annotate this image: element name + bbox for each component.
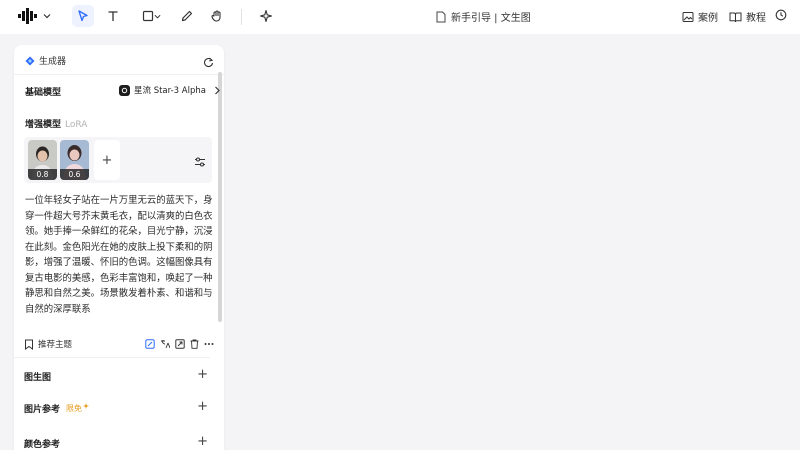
generator-diamond-icon [25, 56, 35, 65]
add-lora-button[interactable]: + [94, 140, 120, 180]
pen-icon [181, 10, 193, 22]
panel-title-text: 生成器 [39, 57, 67, 67]
book-icon [729, 12, 742, 22]
panel-scrollbar[interactable] [218, 72, 222, 322]
lora-sub-label: LoRA [65, 120, 88, 130]
lora-label-text: 增强模型 [25, 120, 62, 130]
chevron-right-icon [215, 86, 220, 94]
document-icon [436, 11, 446, 22]
base-model-value: 星流 Star-3 Alpha [134, 86, 206, 96]
chevron-down-icon [43, 14, 51, 19]
lora-list: 0.8 0.6 + [24, 137, 212, 183]
sparkle-icon [259, 9, 273, 23]
top-toolbar: 新手引导 | 文生图 案例 教程 [0, 0, 800, 34]
panel-title: 生成器 [25, 54, 66, 67]
ai-magic-button[interactable] [255, 5, 277, 27]
sparkle-small-icon [83, 403, 90, 409]
select-tool-button[interactable] [72, 5, 94, 27]
model-logo-icon [119, 84, 130, 96]
lora-weight-2: 0.6 [60, 169, 89, 180]
panel-header: 生成器 [14, 45, 224, 75]
base-model-selector[interactable]: 星流 Star-3 Alpha [119, 84, 221, 96]
section-title-img2img: 图生图 [24, 373, 52, 383]
recommend-theme-label: 推荐主题 [38, 340, 73, 350]
text-tool-button[interactable] [102, 5, 124, 27]
section-title-image-reference: 图片参考 限免 [24, 402, 90, 415]
app-logo-menu[interactable] [18, 8, 51, 24]
history-button[interactable] [775, 9, 787, 21]
add-img2img-button[interactable]: + [197, 367, 208, 382]
section-img2img[interactable]: 图生图 + [24, 367, 208, 384]
base-model-label: 基础模型 [25, 88, 62, 98]
square-shape-icon [142, 10, 153, 22]
cursor-arrow-icon [78, 10, 88, 22]
shape-tool-button[interactable] [139, 5, 163, 27]
lora-label: 增强模型 LoRA [25, 117, 87, 130]
chevron-down-icon [154, 14, 160, 19]
add-color-reference-button[interactable]: + [197, 434, 208, 449]
trash-icon[interactable] [190, 339, 199, 349]
expand-icon[interactable] [175, 339, 185, 349]
refresh-icon [204, 57, 214, 68]
add-image-reference-button[interactable]: + [197, 399, 208, 414]
prompt-textarea[interactable]: 一位年轻女子站在一片万里无云的蓝天下，身穿一件超大号芥末黄毛衣，配以清爽的白色衣… [25, 193, 215, 317]
brand-logo-icon [18, 8, 37, 24]
section-divider [14, 357, 210, 358]
lora-settings-button[interactable] [194, 153, 206, 172]
prompt-action-icons [145, 339, 214, 349]
free-badge: 限免 [66, 404, 83, 413]
section-title-color-reference: 颜色参考 [24, 440, 61, 450]
section-color-reference[interactable]: 颜色参考 + [24, 434, 208, 450]
clock-icon [775, 9, 787, 21]
cases-label: 案例 [698, 13, 718, 24]
prompt-actions-row: 推荐主题 [24, 338, 214, 352]
sliders-icon [195, 157, 205, 167]
tutorial-label: 教程 [746, 13, 766, 24]
lora-weight-1: 0.8 [28, 169, 57, 180]
lora-thumbnail-2[interactable]: 0.6 [60, 140, 89, 180]
reset-button[interactable] [203, 53, 214, 72]
recommend-theme-button[interactable]: 推荐主题 [24, 338, 72, 350]
hand-icon [211, 10, 221, 22]
cases-button[interactable]: 案例 [682, 9, 718, 24]
tutorial-button[interactable]: 教程 [729, 9, 766, 24]
text-icon [108, 11, 118, 21]
document-title[interactable]: 新手引导 | 文生图 [436, 9, 531, 24]
ai-edit-icon[interactable] [145, 339, 155, 349]
image-gallery-icon [682, 11, 694, 22]
bookmark-icon [25, 339, 33, 350]
toolbar-divider [241, 9, 242, 25]
hand-tool-button[interactable] [206, 5, 228, 27]
pen-tool-button[interactable] [176, 5, 198, 27]
more-icon[interactable] [204, 342, 214, 346]
section-image-reference[interactable]: 图片参考 限免 + [24, 399, 208, 416]
translate-icon[interactable] [160, 339, 170, 349]
document-title-text: 新手引导 | 文生图 [451, 13, 531, 24]
lora-thumbnail-1[interactable]: 0.8 [28, 140, 57, 180]
